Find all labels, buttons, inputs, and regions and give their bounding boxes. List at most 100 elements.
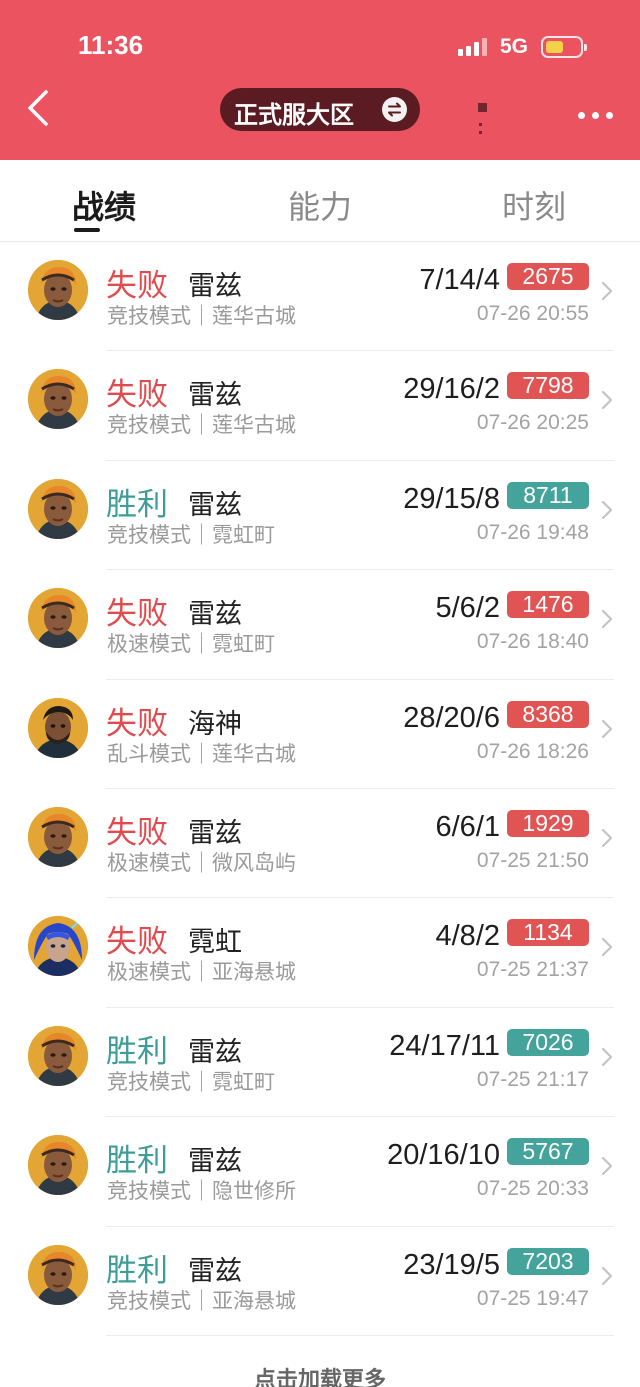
- match-time: 07-25 19:47: [476, 1286, 589, 1310]
- kda-stat: 29/16/2: [403, 373, 500, 406]
- score-badge: 5767: [507, 1138, 589, 1166]
- match-row[interactable]: 失败 雷兹 竞技模式｜莲华古城 29/16/2 7798 07-26 20:25: [0, 351, 640, 461]
- network-type: 5G: [500, 35, 529, 58]
- match-mode-map: 竞技模式｜霓虹町: [107, 1069, 275, 1094]
- battery-icon: [541, 36, 587, 58]
- match-time: 07-25 21:17: [476, 1067, 589, 1091]
- score-badge: 1476: [507, 591, 589, 619]
- match-result: 失败: [106, 705, 168, 742]
- swap-icon: [382, 97, 407, 122]
- hero-name: 雷兹: [188, 817, 242, 849]
- kda-stat: 28/20/6: [403, 701, 500, 734]
- kda-stat: 29/15/8: [403, 482, 500, 515]
- match-row[interactable]: 失败 雷兹 极速模式｜霓虹町 5/6/2 1476 07-26 18:40: [0, 570, 640, 680]
- hero-name: 雷兹: [188, 1146, 242, 1178]
- chevron-right-icon: [600, 827, 614, 849]
- kda-stat: 4/8/2: [435, 920, 501, 953]
- region-label: 正式服大区: [234, 101, 354, 129]
- tab-moment[interactable]: 时刻: [502, 182, 566, 228]
- tab-bar: 战绩 能力 时刻: [0, 160, 640, 242]
- hero-name: 雷兹: [188, 380, 242, 412]
- score-badge: 2675: [507, 263, 589, 290]
- chevron-right-icon: [600, 608, 614, 630]
- app-header: 11:36 5G 正式服大区: [0, 0, 640, 160]
- score-badge: 8368: [507, 700, 589, 728]
- kda-stat: 5/6/2: [435, 592, 501, 625]
- chevron-right-icon: [600, 389, 614, 411]
- region-selector[interactable]: 正式服大区: [220, 88, 420, 131]
- kda-stat: 7/14/4: [419, 264, 500, 296]
- raze-avatar: [28, 1244, 88, 1305]
- tab-ability[interactable]: 能力: [288, 182, 352, 228]
- match-mode-map: 竞技模式｜亚海悬城: [107, 1288, 296, 1313]
- chevron-left-icon: [28, 90, 48, 126]
- status-time: 11:36: [78, 30, 144, 60]
- decorative-dot: [479, 123, 482, 126]
- decorative-dot: [478, 103, 487, 112]
- harbor-avatar: [28, 697, 88, 758]
- decorative-dot: [479, 131, 482, 134]
- chevron-right-icon: [600, 499, 614, 521]
- row-divider: [106, 1334, 614, 1336]
- match-row[interactable]: 胜利 雷兹 竞技模式｜亚海悬城 23/19/5 7203 07-25 19:47: [0, 1227, 640, 1336]
- match-mode-map: 乱斗模式｜莲华古城: [107, 741, 296, 766]
- raze-avatar: [28, 369, 88, 430]
- chevron-right-icon: [600, 936, 614, 958]
- cellular-signal-icon: [458, 38, 490, 56]
- tab-record[interactable]: 战绩: [72, 182, 136, 228]
- match-time: 07-26 19:48: [476, 520, 589, 544]
- match-time: 07-26 20:25: [476, 411, 589, 435]
- chevron-right-icon: [600, 718, 614, 740]
- match-row[interactable]: 失败 海神 乱斗模式｜莲华古城 28/20/6 8368 07-26 18:26: [0, 680, 640, 789]
- match-row[interactable]: 失败 霓虹 极速模式｜亚海悬城 4/8/2 1134 07-25 21:37: [0, 898, 640, 1008]
- match-result: 胜利: [106, 1252, 168, 1289]
- match-mode-map: 极速模式｜亚海悬城: [107, 960, 296, 985]
- raze-avatar: [28, 588, 88, 649]
- back-button[interactable]: [20, 86, 60, 130]
- raze-avatar: [28, 806, 88, 867]
- match-mode-map: 竞技模式｜莲华古城: [107, 413, 296, 438]
- kda-stat: 6/6/1: [435, 810, 501, 843]
- score-badge: 7026: [507, 1028, 589, 1056]
- chevron-right-icon: [600, 280, 614, 302]
- hero-name: 雷兹: [188, 1036, 242, 1068]
- hero-name: 雷兹: [188, 489, 242, 521]
- kda-stat: 20/16/10: [387, 1139, 500, 1172]
- match-result: 胜利: [106, 1033, 168, 1070]
- hero-name: 雷兹: [188, 1255, 242, 1287]
- raze-avatar: [28, 1135, 88, 1196]
- kda-stat: 23/19/5: [403, 1248, 500, 1281]
- match-result: 失败: [106, 268, 168, 304]
- match-time: 07-25 21:50: [476, 848, 589, 872]
- match-row[interactable]: 胜利 雷兹 竞技模式｜霓虹町 24/17/11 7026 07-25 21:17: [0, 1008, 640, 1118]
- score-badge: 1929: [507, 809, 589, 837]
- match-time: 07-26 18:40: [476, 630, 589, 654]
- hero-name: 雷兹: [188, 271, 242, 302]
- hero-name: 雷兹: [188, 599, 242, 631]
- more-options-button[interactable]: [574, 104, 620, 128]
- chevron-right-icon: [600, 1265, 614, 1287]
- match-time: 07-26 18:26: [476, 739, 589, 763]
- match-mode-map: 极速模式｜霓虹町: [107, 632, 275, 657]
- match-result: 失败: [106, 814, 168, 851]
- match-result: 失败: [106, 924, 168, 961]
- match-row[interactable]: 胜利 雷兹 竞技模式｜霓虹町 29/15/8 8711 07-26 19:48: [0, 461, 640, 571]
- hero-name: 海神: [188, 708, 242, 740]
- match-row[interactable]: 失败 雷兹 竞技模式｜莲华古城 7/14/4 2675 07-26 20:55: [0, 242, 640, 352]
- match-time: 07-26 20:55: [476, 302, 589, 325]
- match-result: 失败: [106, 377, 168, 414]
- match-result: 胜利: [106, 1143, 168, 1180]
- match-mode-map: 竞技模式｜莲华古城: [107, 304, 296, 328]
- score-badge: 7203: [507, 1247, 589, 1275]
- hero-name: 霓虹: [188, 927, 242, 959]
- neon-avatar: [28, 916, 88, 977]
- match-mode-map: 极速模式｜微风岛屿: [107, 850, 296, 875]
- score-badge: 7798: [507, 372, 589, 400]
- match-row[interactable]: 失败 雷兹 极速模式｜微风岛屿 6/6/1 1929 07-25 21:50: [0, 789, 640, 899]
- load-more-button[interactable]: 点击加载更多: [0, 1362, 640, 1387]
- match-row[interactable]: 胜利 雷兹 竞技模式｜隐世修所 20/16/10 5767 07-25 20:33: [0, 1117, 640, 1227]
- raze-avatar: [28, 1025, 88, 1086]
- match-mode-map: 竞技模式｜隐世修所: [107, 1179, 296, 1204]
- chevron-right-icon: [600, 1046, 614, 1068]
- tab-active-indicator: [74, 228, 100, 232]
